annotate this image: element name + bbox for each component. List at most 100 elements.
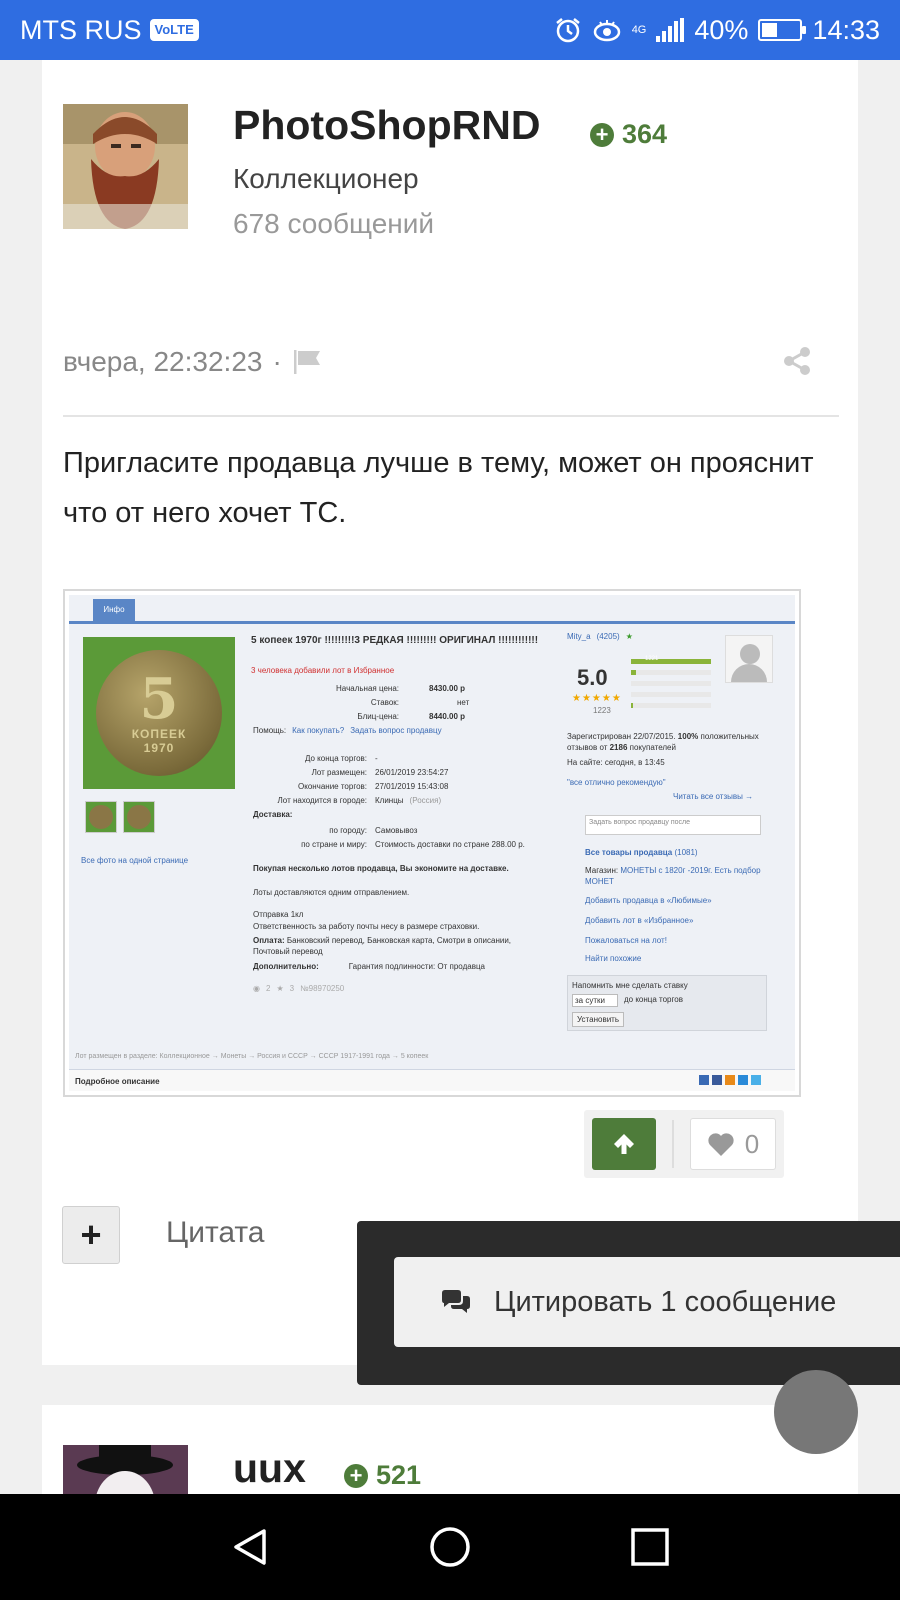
multiquote-add-button[interactable]: + bbox=[62, 1206, 120, 1264]
responsibility-note: Ответственность за работу почты несу в р… bbox=[253, 922, 480, 931]
all-reviews-link: Читать все отзывы → bbox=[673, 792, 754, 801]
multiquote-button[interactable]: Цитировать 1 сообщение bbox=[394, 1257, 900, 1347]
payment-row: Оплата: Банковский перевод, Банковская к… bbox=[253, 935, 523, 957]
flag-icon[interactable] bbox=[292, 348, 324, 376]
eye-icon: ◉ bbox=[253, 984, 260, 993]
like-button[interactable]: 0 bbox=[690, 1118, 776, 1170]
arrow-up-icon bbox=[614, 1134, 634, 1154]
rating-bar bbox=[631, 670, 711, 675]
reaction-group: 0 bbox=[584, 1110, 784, 1178]
remind-suffix: до конца торгов bbox=[623, 995, 683, 1004]
status-bar: MTS RUS VoLTE 4G 40% 14:33 bbox=[0, 0, 900, 60]
lot-views: 2 bbox=[265, 984, 271, 993]
social-share-icon bbox=[712, 1075, 722, 1085]
plus-icon: + bbox=[80, 1214, 102, 1255]
extra-label: Дополнительно: bbox=[253, 962, 319, 971]
reputation-badge: + 364 bbox=[590, 119, 667, 150]
upvote-button[interactable] bbox=[592, 1118, 656, 1170]
avatar-image bbox=[63, 104, 188, 229]
avatar-image bbox=[63, 1445, 188, 1494]
meta-separator: · bbox=[272, 346, 282, 377]
end-label: Окончание торгов: bbox=[298, 782, 367, 791]
nav-recents-button[interactable] bbox=[590, 1494, 710, 1600]
rating-bar bbox=[631, 659, 711, 664]
coin-thumbnail bbox=[123, 801, 155, 833]
online-status: На сайте: сегодня, в 13:45 bbox=[567, 758, 665, 767]
home-circle-icon bbox=[430, 1527, 470, 1567]
volte-badge: VoLTE bbox=[149, 19, 199, 41]
help-link-how: Как покупать? bbox=[292, 726, 345, 735]
help-label: Помощь: bbox=[253, 726, 287, 735]
top-bar-value: 1221 bbox=[645, 656, 659, 662]
navigation-bar bbox=[0, 1494, 900, 1600]
status-bar-right: 4G 40% 14:33 bbox=[554, 15, 880, 46]
post-meta: вчера, 22:32:23 · bbox=[63, 346, 324, 378]
reputation-badge: + 521 bbox=[344, 1460, 421, 1491]
post-body: Пригласите продавца лучше в тему, может … bbox=[63, 447, 814, 529]
social-share-icon bbox=[751, 1075, 761, 1085]
ends-label: До конца торгов: bbox=[304, 754, 367, 763]
blitz-label: Блиц-цена: bbox=[357, 712, 399, 721]
details-label: Подробное описание bbox=[75, 1077, 160, 1086]
favorites-note: 3 человека добавили лот в Избранное bbox=[251, 666, 395, 675]
review-quote: "все отлично рекомендую" bbox=[567, 778, 666, 787]
world-delivery-label: по стране и миру: bbox=[301, 840, 367, 849]
help-row: Помощь: Как покупать? Задать вопрос прод… bbox=[253, 725, 442, 736]
shot-tab-line bbox=[69, 621, 795, 624]
quote-button[interactable]: Цитата bbox=[166, 1216, 264, 1250]
nav-home-button[interactable] bbox=[390, 1494, 510, 1600]
rating-stars-icon: ★★★★★ bbox=[572, 693, 622, 704]
scroll-fab[interactable] bbox=[774, 1370, 858, 1454]
seller-rating: 5.0 bbox=[577, 665, 608, 690]
comments-icon bbox=[442, 1290, 470, 1313]
placed-value: 26/01/2019 23:54:27 bbox=[375, 768, 449, 777]
back-triangle-icon bbox=[234, 1529, 266, 1565]
multi-lot-note2: Лоты доставляются одним отправлением. bbox=[253, 888, 410, 897]
rating-bar-fill bbox=[631, 703, 633, 708]
seller-score: (4205) bbox=[596, 632, 620, 641]
user-title: Коллекционер bbox=[233, 163, 419, 194]
shop-row: Магазин: МОНЕТЫ с 1820г -2019г. Есть под… bbox=[585, 865, 765, 887]
payment-label: Оплата: bbox=[253, 936, 285, 945]
seller-row: Mity_a (4205) ★ bbox=[567, 631, 633, 642]
user-post-count: 678 сообщений bbox=[233, 208, 435, 239]
network-type: 4G bbox=[631, 23, 647, 36]
shot-tab-info: Инфо bbox=[93, 599, 135, 621]
status-bar-left: MTS RUS VoLTE bbox=[20, 15, 199, 46]
lot-stats-row: ◉ 2 ★ 3 №98970250 bbox=[253, 983, 344, 994]
seller-name: Mity_a bbox=[567, 632, 591, 641]
shop-label: Магазин: bbox=[585, 866, 619, 875]
seller-star-icon: ★ bbox=[625, 632, 633, 641]
shipping-note: Отправка 1кл bbox=[253, 910, 304, 919]
city-value: Клинцы bbox=[375, 796, 404, 805]
author-avatar[interactable] bbox=[63, 1445, 188, 1494]
find-similar-link: Найти похожие bbox=[585, 954, 642, 963]
rating-bar-fill bbox=[631, 659, 711, 664]
remind-box: Напомнить мне сделать ставку за сутки до… bbox=[567, 975, 767, 1031]
seller-lots-row: Все товары продавца (1081) bbox=[585, 847, 698, 858]
recents-square-icon bbox=[631, 1528, 669, 1566]
reputation-value: 364 bbox=[622, 119, 668, 149]
share-icon[interactable] bbox=[782, 346, 812, 376]
payment-value: Банковский перевод, Банковская карта, См… bbox=[253, 936, 512, 956]
bids-label: Ставок: bbox=[370, 698, 399, 707]
author-avatar[interactable] bbox=[63, 104, 188, 229]
attached-image-content: Инфо 5 КОПЕЕК 1970 Все фото на одной стр… bbox=[69, 595, 795, 1091]
author-name[interactable]: uux bbox=[233, 1445, 306, 1492]
country-value: (Россия) bbox=[409, 796, 442, 805]
all-photos-link: Все фото на одной странице bbox=[81, 856, 189, 865]
placed-label: Лот размещен: bbox=[311, 768, 367, 777]
seller-avatar-placeholder bbox=[725, 635, 773, 683]
ask-seller-input: Задать вопрос продавцу после bbox=[585, 815, 761, 835]
alarm-icon bbox=[555, 18, 580, 43]
attached-image[interactable]: Инфо 5 КОПЕЕК 1970 Все фото на одной стр… bbox=[63, 589, 801, 1097]
bids-value: нет bbox=[457, 698, 470, 707]
post-timestamp[interactable]: вчера, 22:32:23 bbox=[63, 346, 262, 378]
reputation-value: 521 bbox=[376, 1460, 422, 1490]
reaction-separator bbox=[672, 1120, 674, 1168]
remind-button: Установить bbox=[572, 1012, 624, 1027]
battery-percent: 40% bbox=[694, 14, 749, 45]
author-name[interactable]: PhotoShopRND bbox=[233, 102, 540, 149]
nav-back-button[interactable] bbox=[190, 1494, 310, 1600]
breadcrumb: Лот размещен в разделе: Коллекционное → … bbox=[75, 1053, 429, 1060]
